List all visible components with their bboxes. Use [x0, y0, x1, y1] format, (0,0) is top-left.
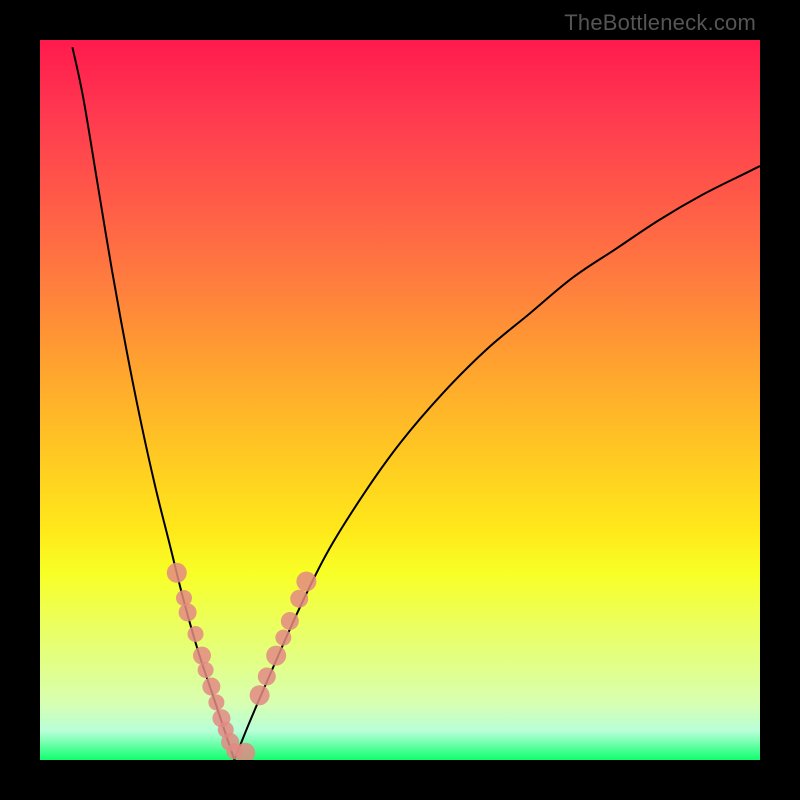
bottleneck-chart	[40, 40, 760, 760]
data-point	[281, 612, 299, 630]
data-point	[179, 603, 197, 621]
data-point	[250, 685, 270, 705]
data-point	[258, 667, 276, 685]
data-point	[193, 647, 211, 665]
data-point	[290, 590, 308, 608]
data-point	[266, 646, 286, 666]
data-point	[202, 678, 220, 696]
data-markers	[167, 563, 317, 760]
data-point	[167, 563, 187, 583]
data-point	[275, 630, 291, 646]
data-point	[208, 694, 224, 710]
data-point	[198, 662, 214, 678]
curve-right	[234, 166, 760, 760]
data-point	[176, 590, 192, 606]
watermark-text: TheBottleneck.com	[564, 10, 756, 36]
data-point	[188, 626, 204, 642]
data-point	[296, 571, 316, 591]
